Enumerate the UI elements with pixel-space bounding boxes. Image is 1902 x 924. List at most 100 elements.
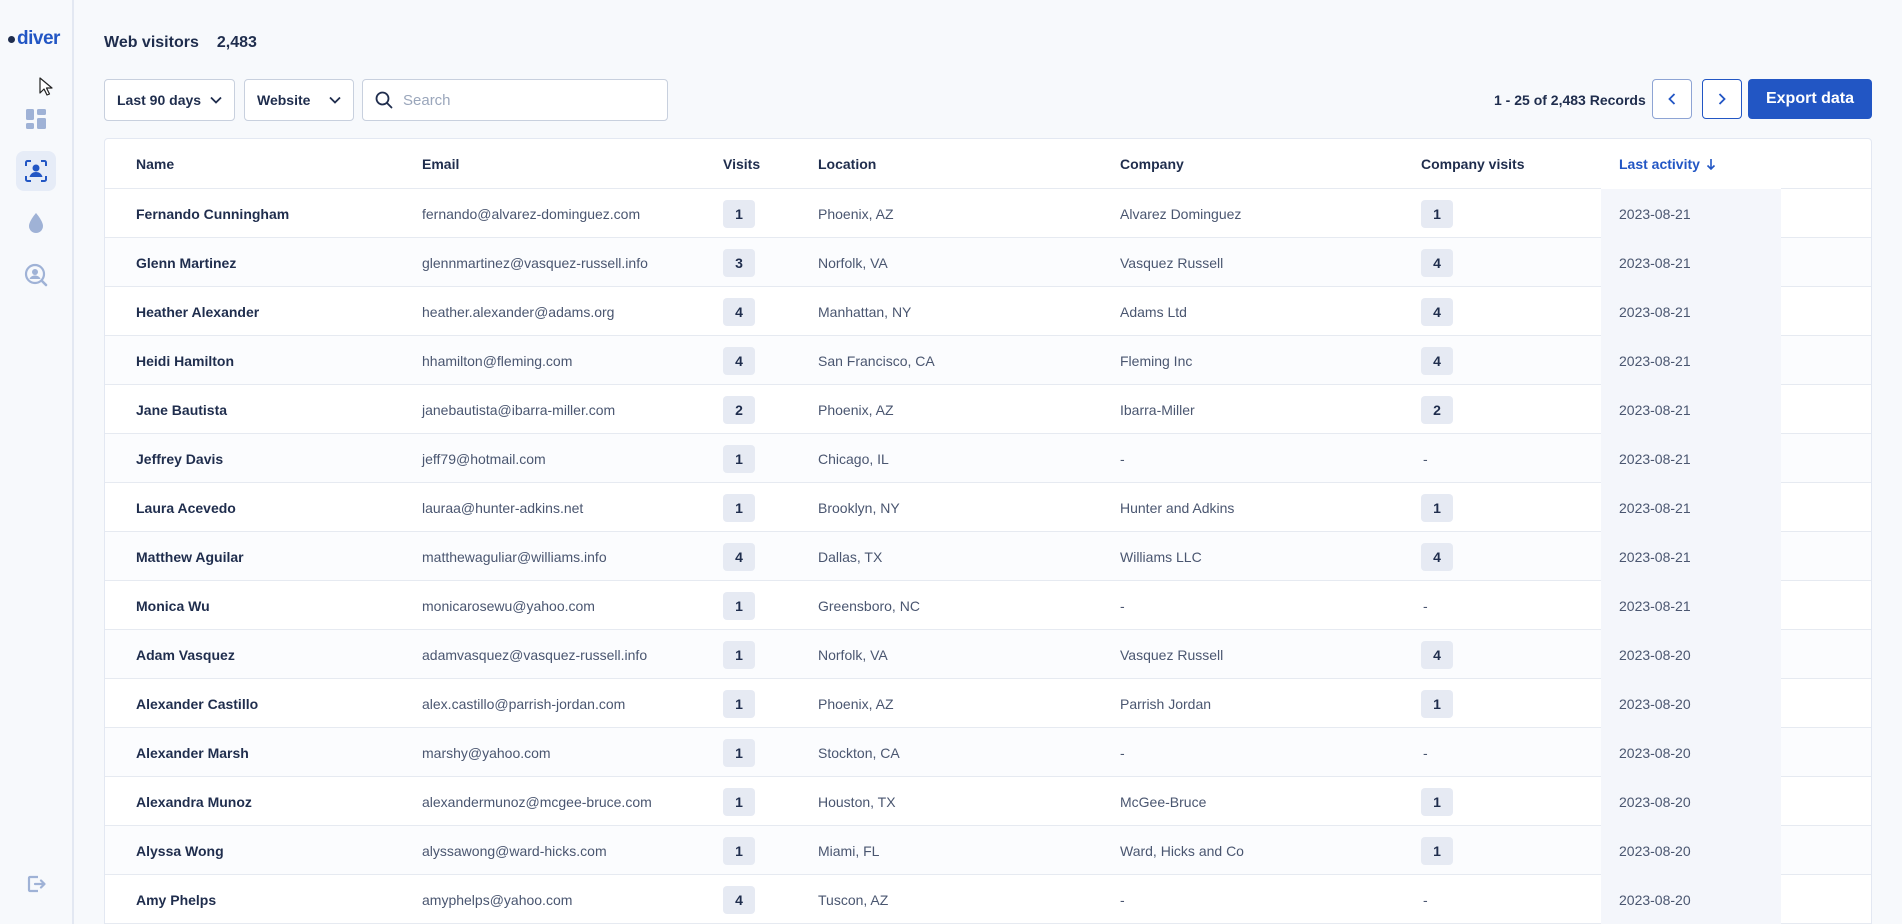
visitor-email: alex.castillo@parrish-jordan.com — [422, 695, 626, 712]
visitor-name[interactable]: Jane Bautista — [136, 385, 227, 434]
table-row[interactable]: Matthew Aguilar matthewaguliar@williams.i… — [105, 532, 1871, 581]
visits-cell: 1 — [723, 728, 755, 777]
visits-badge: 1 — [723, 738, 755, 767]
table-row[interactable]: Laura Acevedo lauraa@hunter-adkins.net 1 Br… — [105, 483, 1871, 532]
table-row[interactable]: Amy Phelps amyphelps@yahoo.com 4 Tuscon, AZ… — [105, 875, 1871, 924]
droplet-icon — [29, 213, 43, 233]
column-header-company-visits[interactable]: Company visits — [1421, 139, 1524, 189]
visits-badge: 4 — [723, 542, 755, 571]
column-header-visits[interactable]: Visits — [723, 139, 760, 189]
visits-cell: 1 — [723, 434, 755, 483]
table-row[interactable]: Alexandra Munoz alexandermunoz@mcgee-bruc… — [105, 777, 1871, 826]
visitor-name[interactable]: Alexandra Munoz — [136, 777, 252, 826]
company-visits-badge: 1 — [1421, 493, 1453, 522]
table-row[interactable]: Monica Wu monicarosewu@yahoo.com 1 Greensbo… — [105, 581, 1871, 630]
source-dropdown[interactable]: Website — [244, 79, 354, 121]
visitor-location: Stockton, CA — [818, 744, 900, 761]
visitor-company: - — [1120, 450, 1125, 467]
visitor-company: Vasquez Russell — [1120, 646, 1224, 663]
search-input[interactable] — [403, 91, 643, 109]
toolbar: Last 90 days Website 1 - 25 of 2,483 Rec… — [104, 79, 1872, 121]
visitor-email: jeff79@hotmail.com — [422, 450, 546, 467]
last-activity-date: 2023-08-20 — [1601, 728, 1781, 777]
visitor-name[interactable]: Monica Wu — [136, 581, 210, 630]
company-visits-cell: 4 — [1421, 532, 1453, 581]
visitor-name[interactable]: Alyssa Wong — [136, 826, 224, 875]
table-row[interactable]: Glenn Martinez glennmartinez@vasquez-russ… — [105, 238, 1871, 287]
table-row[interactable]: Alexander Marsh marshy@yahoo.com 1 Stockton… — [105, 728, 1871, 777]
last-activity-date: 2023-08-21 — [1601, 532, 1781, 581]
visits-cell: 1 — [723, 483, 755, 532]
visitor-company: - — [1120, 744, 1125, 761]
table-row[interactable]: Alexander Castillo alex.castillo@parrish-… — [105, 679, 1871, 728]
visitor-company: Hunter and Adkins — [1120, 499, 1235, 516]
visitor-company: Williams LLC — [1120, 548, 1202, 565]
column-header-last-activity[interactable]: Last activity — [1601, 139, 1781, 189]
column-header-location[interactable]: Location — [818, 139, 876, 189]
visits-cell: 4 — [723, 336, 755, 385]
visitor-name[interactable]: Fernando Cunningham — [136, 189, 289, 238]
visitor-company: Parrish Jordan — [1120, 695, 1212, 712]
logo-dot — [8, 35, 15, 43]
sidebar-item-logout[interactable] — [16, 864, 56, 904]
main-content: Web visitors 2,483 Last 90 days Website … — [104, 0, 1872, 924]
visitor-name[interactable]: Adam Vasquez — [136, 630, 235, 679]
visitors-table: Name Email Visits Location Company Compa… — [104, 138, 1872, 924]
column-header-company[interactable]: Company — [1120, 139, 1184, 189]
visits-badge: 4 — [723, 297, 755, 326]
visitor-email: monicarosewu@yahoo.com — [422, 597, 595, 614]
search-icon — [375, 91, 393, 109]
last-activity-date: 2023-08-20 — [1601, 826, 1781, 875]
sidebar-item-dashboard[interactable] — [16, 99, 56, 139]
chevron-right-icon — [1718, 93, 1726, 105]
visitor-location: Brooklyn, NY — [818, 499, 900, 516]
visitor-name[interactable]: Heidi Hamilton — [136, 336, 234, 385]
visits-badge: 4 — [723, 346, 755, 375]
visitor-location: Houston, TX — [818, 793, 896, 810]
last-activity-date: 2023-08-20 — [1601, 777, 1781, 826]
visitor-name[interactable]: Glenn Martinez — [136, 238, 236, 287]
visitor-name[interactable]: Alexander Marsh — [136, 728, 249, 777]
visits-badge: 4 — [723, 885, 755, 914]
visitor-location: Phoenix, AZ — [818, 205, 894, 222]
company-visits-cell: 4 — [1421, 287, 1453, 336]
last-activity-date: 2023-08-21 — [1601, 238, 1781, 287]
next-page-button[interactable] — [1702, 79, 1742, 119]
visitor-company: McGee-Bruce — [1120, 793, 1207, 810]
sort-descending-icon — [1706, 159, 1716, 170]
company-visits-empty: - — [1423, 891, 1428, 908]
visitor-company: Adams Ltd — [1120, 303, 1187, 320]
visitor-name[interactable]: Jeffrey Davis — [136, 434, 223, 483]
column-header-email[interactable]: Email — [422, 139, 459, 189]
table-row[interactable]: Adam Vasquez adamvasquez@vasquez-russell.… — [105, 630, 1871, 679]
company-visits-badge: 4 — [1421, 542, 1453, 571]
previous-page-button[interactable] — [1652, 79, 1692, 119]
export-data-button[interactable]: Export data — [1748, 79, 1872, 119]
table-row[interactable]: Fernando Cunningham fernando@alvarez-domi… — [105, 189, 1871, 238]
company-visits-badge: 4 — [1421, 346, 1453, 375]
company-visits-empty: - — [1423, 450, 1428, 467]
visitor-name[interactable]: Alexander Castillo — [136, 679, 258, 728]
visitor-name[interactable]: Laura Acevedo — [136, 483, 236, 532]
visitor-name[interactable]: Amy Phelps — [136, 875, 216, 924]
visitor-company: Fleming Inc — [1120, 352, 1193, 369]
table-row[interactable]: Heather Alexander heather.alexander@adams… — [105, 287, 1871, 336]
visitor-email: marshy@yahoo.com — [422, 744, 551, 761]
table-row[interactable]: Heidi Hamilton hhamilton@fleming.com 4 San … — [105, 336, 1871, 385]
sidebar-item-search-people[interactable] — [16, 255, 56, 295]
table-row[interactable]: Alyssa Wong alyssawong@ward-hicks.com 1 Mia… — [105, 826, 1871, 875]
column-header-name[interactable]: Name — [136, 139, 174, 189]
company-visits-cell: 4 — [1421, 630, 1453, 679]
visitor-name[interactable]: Matthew Aguilar — [136, 532, 244, 581]
table-row[interactable]: Jeffrey Davis jeff79@hotmail.com 1 Chicago,… — [105, 434, 1871, 483]
table-row[interactable]: Jane Bautista janebautista@ibarra-miller.… — [105, 385, 1871, 434]
company-visits-badge: 4 — [1421, 297, 1453, 326]
last-activity-date: 2023-08-20 — [1601, 875, 1781, 924]
dashboard-icon — [26, 109, 46, 129]
visitor-name[interactable]: Heather Alexander — [136, 287, 259, 336]
sidebar-item-intent[interactable] — [16, 203, 56, 243]
sidebar-item-visitors[interactable] — [16, 151, 56, 191]
period-dropdown[interactable]: Last 90 days — [104, 79, 235, 121]
visits-cell: 3 — [723, 238, 755, 287]
app-logo[interactable]: diver — [8, 28, 60, 50]
